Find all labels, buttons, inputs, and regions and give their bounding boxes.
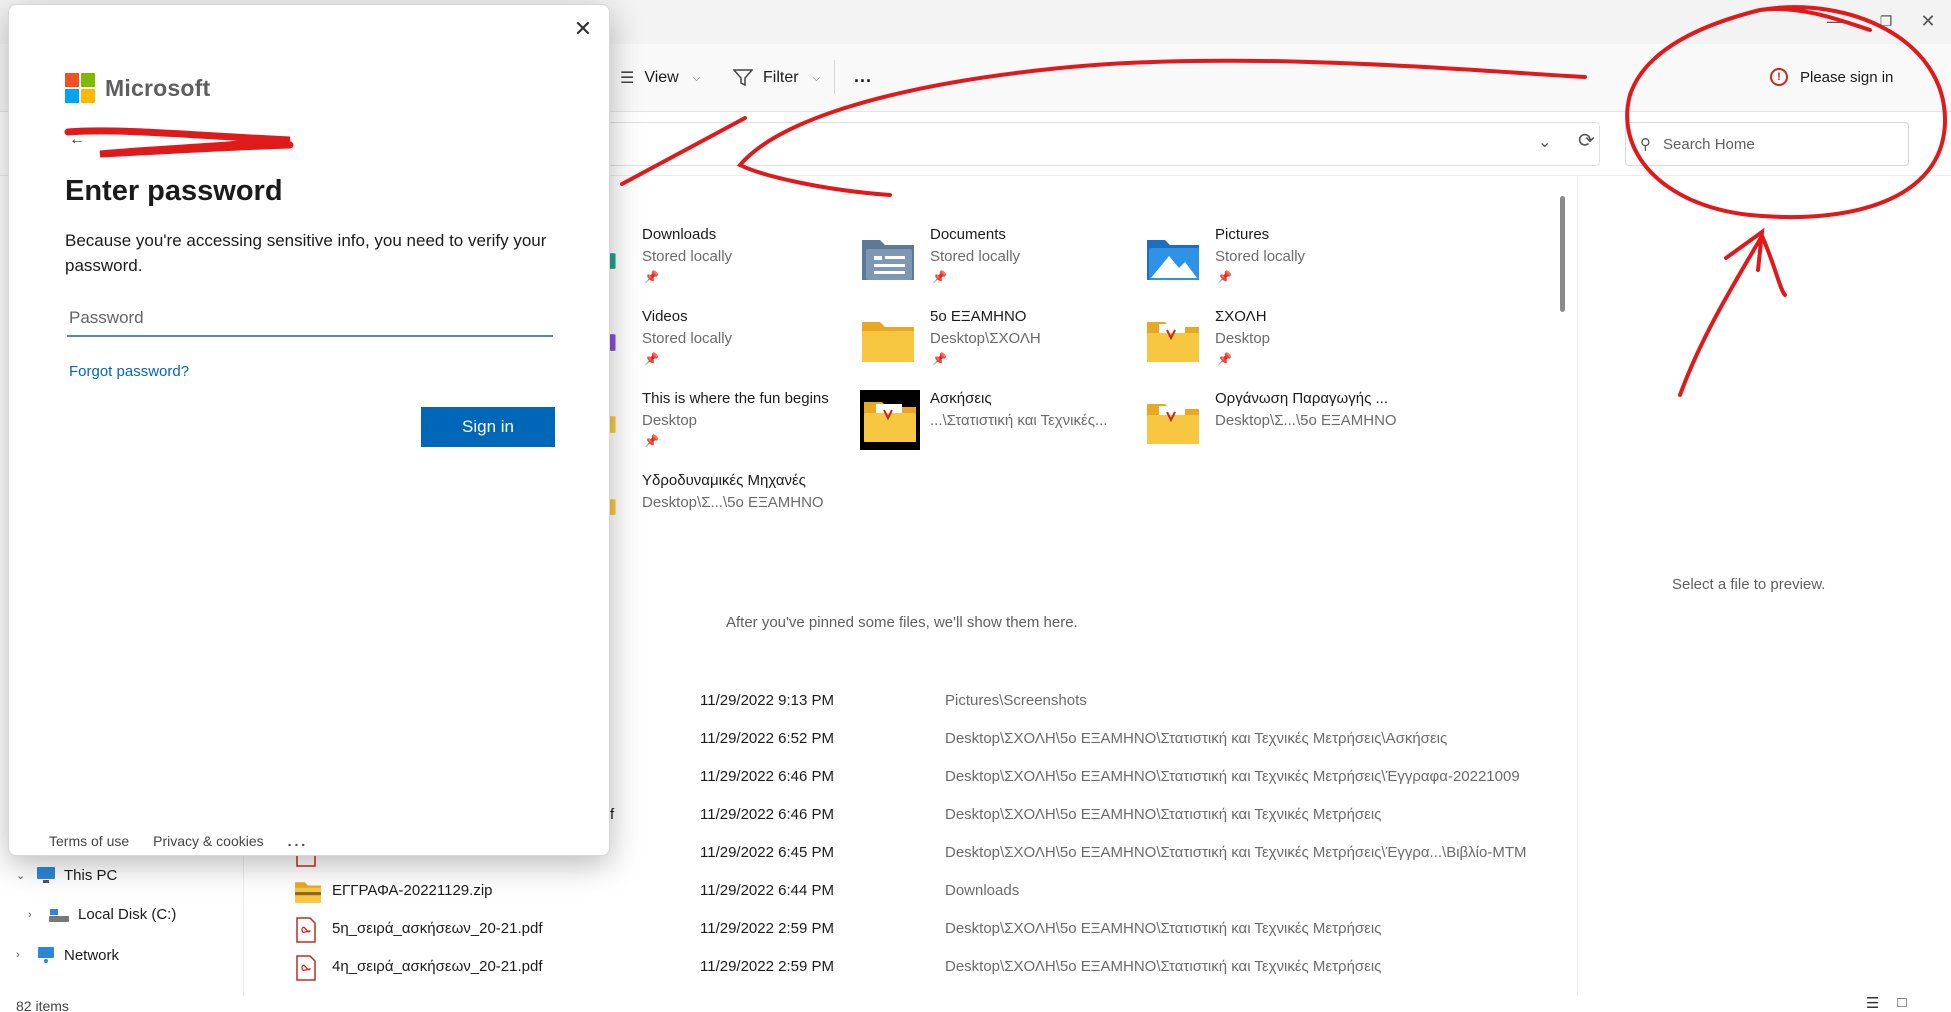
view-toggle-group: ☰ □ (1866, 994, 1907, 1012)
pinned-empty-message: After you've pinned some files, we'll sh… (726, 614, 1078, 631)
folder-with-pdf-icon (1147, 404, 1199, 444)
recent-row[interactable]: 4η_σειρά_ασκήσεων_20-21.pdf 11/29/2022 2… (280, 953, 1580, 981)
folder-with-pdf-icon (1147, 322, 1199, 362)
quick-access-askiseis[interactable]: Ασκήσεις ...\Στατιστική και Τεχνικές... (860, 390, 1130, 462)
quick-access-organosi[interactable]: Οργάνωση Παραγωγής ... Desktop\Σ...\5ο Ε… (1145, 390, 1415, 462)
annotation-arrow-head-up (1724, 227, 1765, 272)
zip-folder-icon (295, 882, 321, 903)
pin-icon: 📌 (644, 434, 659, 448)
search-input[interactable]: Search Home (1663, 136, 1755, 153)
pin-icon: 📌 (644, 352, 659, 366)
filter-button[interactable]: Filter ⌵ (733, 64, 820, 92)
pin-icon: 📌 (1217, 270, 1232, 284)
documents-folder-icon (862, 240, 914, 280)
terms-of-use-link[interactable]: Terms of use (49, 833, 129, 849)
quick-access-pictures[interactable]: Pictures Stored locally 📌 (1145, 226, 1415, 298)
nav-item-this-pc[interactable]: ⌄ This PC (16, 866, 117, 884)
recent-row[interactable]: 5η_σειρά_ασκήσεων_20-21.pdf 11/29/2022 2… (280, 915, 1580, 943)
search-icon: ⚲ (1640, 136, 1651, 153)
folder-with-pdf-icon (864, 402, 916, 442)
minimize-icon[interactable]: — (1816, 6, 1856, 36)
quick-access-documents[interactable]: Documents Stored locally 📌 (860, 226, 1130, 298)
search-box[interactable]: ⚲ Search Home (1625, 122, 1909, 166)
microsoft-logo: Microsoft (65, 73, 210, 103)
footer-more-button[interactable]: ... (288, 833, 309, 849)
quick-access-ydrodynamikes[interactable]: Υδροδυναμικές Μηχανές Desktop\Σ...\5ο ΕΞ… (600, 472, 870, 544)
microsoft-logo-icon (65, 73, 95, 103)
privacy-cookies-link[interactable]: Privacy & cookies (153, 833, 263, 849)
address-bar[interactable] (600, 122, 1600, 166)
view-button[interactable]: ☰ View ⌵ (620, 64, 700, 92)
preview-pane-divider[interactable] (1577, 176, 1578, 996)
forgot-password-link[interactable]: Forgot password? (69, 363, 189, 380)
dialog-footer: Terms of use Privacy & cookies ... (49, 833, 308, 849)
refresh-icon[interactable]: ⟳ (1578, 128, 1595, 153)
pictures-folder-icon (1147, 240, 1199, 280)
item-count: 82 items (16, 998, 69, 1012)
chevron-down-icon[interactable]: ⌄ (16, 869, 28, 882)
pin-icon: 📌 (644, 270, 659, 284)
more-options-button[interactable]: ... (854, 62, 872, 90)
preview-pane-message: Select a file to preview. (1672, 576, 1826, 593)
password-input[interactable] (67, 301, 553, 337)
details-view-icon[interactable]: ☰ (1866, 994, 1879, 1012)
warning-icon: ! (1770, 68, 1788, 86)
back-arrow-icon[interactable]: ← (69, 131, 85, 149)
toolbar-divider (834, 60, 835, 94)
recent-row[interactable]: ΕΓΓΡΑΦΑ-20221129.zip 11/29/2022 6:44 PM … (280, 877, 1580, 905)
nav-item-network[interactable]: › Network (16, 946, 119, 964)
close-icon[interactable]: ✕ (569, 15, 597, 43)
annotation-arrow-up (1678, 231, 1787, 397)
drive-icon (49, 908, 69, 922)
network-icon (38, 947, 54, 963)
restore-icon[interactable]: ❐ (1866, 6, 1906, 36)
chevron-down-icon: ⌵ (692, 72, 701, 84)
chevron-right-icon[interactable]: › (16, 949, 28, 961)
scrollbar-thumb[interactable] (1560, 196, 1565, 312)
sign-in-button[interactable]: Sign in (421, 407, 555, 447)
please-sign-in-button[interactable]: ! Please sign in (1770, 68, 1893, 86)
computer-icon (37, 867, 55, 883)
chevron-right-icon[interactable]: › (28, 909, 40, 921)
pin-icon: 📌 (932, 270, 947, 284)
tiles-view-icon[interactable]: □ (1897, 994, 1906, 1012)
chevron-down-icon: ⌵ (812, 72, 821, 84)
pin-icon: 📌 (1217, 352, 1232, 366)
pdf-file-icon (296, 917, 316, 943)
close-window-icon[interactable]: ✕ (1908, 6, 1948, 36)
nav-item-local-disk[interactable]: › Local Disk (C:) (28, 906, 176, 923)
file-list-area (600, 176, 1580, 996)
filter-icon (733, 69, 753, 87)
folder-icon (862, 322, 914, 362)
status-bar: 82 items (0, 996, 1951, 1012)
view-list-icon: ☰ (620, 70, 635, 87)
quick-access-downloads[interactable]: Downloads Stored locally 📌 (600, 226, 870, 298)
quick-access-fun-begins[interactable]: This is where the fun begins Desktop 📌 (600, 390, 870, 462)
address-history-chevron-icon[interactable]: ⌄ (1538, 132, 1551, 152)
pdf-file-icon (296, 955, 316, 981)
screen: — ❐ ✕ ☰ View ⌵ Filter ⌵ ... ! Please sig… (0, 0, 1951, 1012)
dialog-description: Because you're accessing sensitive info,… (65, 231, 547, 275)
quick-access-sxolh[interactable]: ΣΧΟΛΗ Desktop 📌 (1145, 308, 1415, 380)
pin-icon: 📌 (932, 352, 947, 366)
quick-access-videos[interactable]: Videos Stored locally 📌 (600, 308, 870, 380)
dialog-title: Enter password (65, 175, 283, 207)
quick-access-5o-examino[interactable]: 5ο ΕΞΑΜΗΝΟ Desktop\ΣΧΟΛΗ 📌 (860, 308, 1130, 380)
sign-in-dialog: ✕ Microsoft ← Enter password Because you… (8, 4, 610, 856)
